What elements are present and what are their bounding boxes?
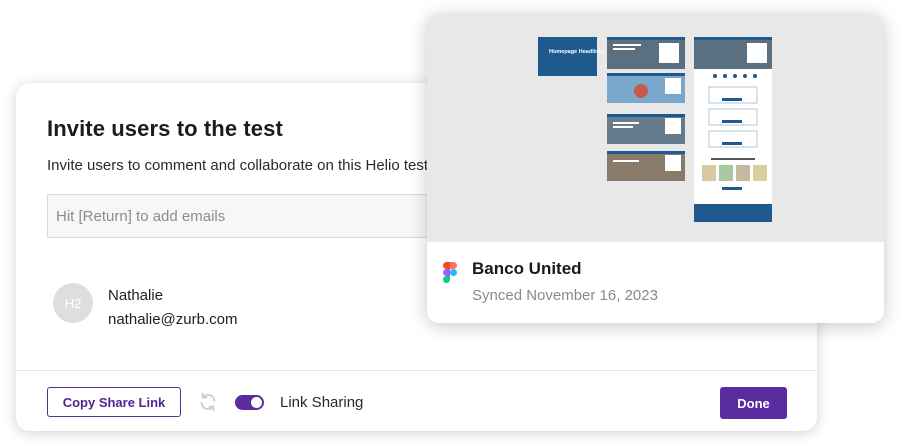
link-sharing-toggle[interactable]	[235, 395, 264, 410]
modal-footer: Copy Share Link Link Sharing Done	[16, 370, 817, 431]
figma-logo-icon	[443, 262, 457, 283]
user-name: Nathalie	[108, 287, 164, 304]
link-sharing-label: Link Sharing	[280, 394, 364, 411]
file-title: Banco United	[472, 259, 582, 278]
modal-title: Invite users to the test	[47, 116, 283, 141]
thumbnail-preview: Homepage Headlines	[538, 37, 772, 222]
done-button[interactable]: Done	[720, 387, 787, 419]
avatar: H2	[53, 283, 93, 323]
copy-share-link-button[interactable]: Copy Share Link	[47, 387, 181, 417]
file-synced-date: Synced November 16, 2023	[472, 287, 658, 304]
modal-description: Invite users to comment and collaborate …	[47, 157, 429, 174]
user-email: nathalie@zurb.com	[108, 311, 238, 328]
thumbnail-label: Homepage Headlines	[549, 49, 605, 55]
refresh-icon[interactable]	[197, 391, 219, 413]
toggle-knob	[251, 397, 262, 408]
file-thumbnail: Homepage Headlines	[427, 14, 884, 242]
figma-file-card[interactable]: Homepage Headlines Banco United Synced N…	[427, 14, 884, 323]
